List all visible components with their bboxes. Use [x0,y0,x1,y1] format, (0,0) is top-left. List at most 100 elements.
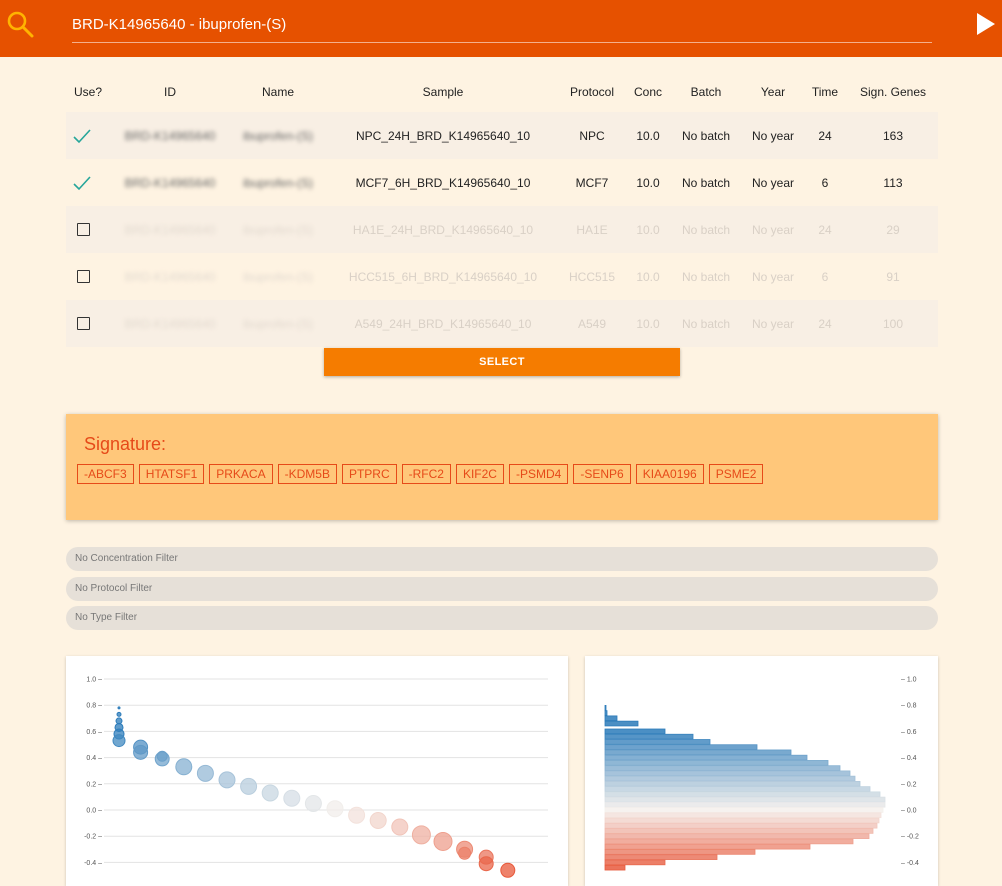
table-row[interactable]: BRD-K14965640 ibuprofen-(S) HCC515_6H_BR… [66,253,938,300]
histogram-bar[interactable] [604,739,711,745]
gene-tag[interactable]: -KDM5B [277,464,337,484]
scatter-point[interactable] [348,806,366,824]
histogram-bar[interactable] [604,843,811,850]
histogram-bar[interactable] [604,822,878,829]
row-sign-genes: 113 [883,175,903,190]
histogram-chart: – 1.0 – 0.8 – 0.6 – 0.4 – 0.2 – 0.0 – -0.2 – -0… [604,677,919,871]
row-conc: 10.0 [636,316,660,331]
histogram-bar[interactable] [604,754,808,761]
gene-tag[interactable]: KIAA0196 [635,464,704,484]
histogram-bar[interactable] [604,807,884,813]
use-toggle[interactable] [66,112,110,159]
histogram-bar[interactable] [604,812,882,819]
gene-tag[interactable]: PRKACA [209,464,273,484]
y-tick-label: 0.0 – [86,808,102,815]
gene-tag[interactable]: -SENP6 [573,464,631,484]
histogram-bar[interactable] [604,849,756,855]
gene-tag[interactable]: -RFC2 [401,464,451,484]
table-row[interactable]: BRD-K14965640 ibuprofen-(S) NPC_24H_BRD_… [66,112,938,159]
histogram-bar[interactable] [604,770,851,777]
histogram-bar[interactable] [604,786,871,792]
scatter-point[interactable] [112,734,126,748]
histogram-bar[interactable] [604,781,861,787]
check-icon[interactable] [72,175,92,191]
use-toggle[interactable] [66,300,110,347]
histogram-bar[interactable] [604,775,856,782]
scatter-point[interactable] [116,711,122,717]
scatter-point[interactable] [304,794,322,812]
histogram-bar[interactable] [604,765,841,771]
scatter-point[interactable] [433,831,453,851]
histogram-bar[interactable] [604,796,886,803]
row-batch: No batch [681,175,731,190]
gene-tag[interactable]: KIF2C [455,464,504,484]
histogram-bar[interactable] [604,833,870,840]
scatter-point[interactable] [411,825,431,845]
search-input[interactable]: BRD-K14965640 - ibuprofen-(S) [72,14,932,43]
histogram-bar[interactable] [604,864,626,871]
checkbox[interactable] [76,270,90,283]
scatter-point[interactable] [458,846,472,860]
use-toggle[interactable] [66,159,110,206]
row-protocol: A549 [577,316,607,331]
histogram-bar[interactable] [604,728,666,735]
gene-tag[interactable]: PSME2 [708,464,764,484]
histogram-bar[interactable] [604,859,666,866]
histogram-chart-card: – 1.0 – 0.8 – 0.6 – 0.4 – 0.2 – 0.0 – -0.2 – -0… [585,656,938,886]
scatter-point[interactable] [196,764,214,782]
scatter-point[interactable] [175,758,193,776]
table-row[interactable]: BRD-K14965640 ibuprofen-(S) HA1E_24H_BRD… [66,206,938,253]
scatter-point[interactable] [478,856,494,872]
scatter-point[interactable] [391,818,409,836]
row-name: ibuprofen-(S) [242,175,314,190]
histogram-bar[interactable] [604,760,829,766]
histogram-bar[interactable] [604,838,854,845]
type-filter[interactable]: No Type Filter [66,606,938,630]
play-icon[interactable] [977,13,995,35]
protocol-filter[interactable]: No Protocol Filter [66,577,938,601]
histogram-bar[interactable] [604,749,792,756]
use-toggle[interactable] [66,253,110,300]
select-button[interactable]: SELECT [324,348,680,376]
concentration-filter[interactable]: No Concentration Filter [66,547,938,571]
scatter-point[interactable] [369,811,387,829]
y-tick-label: 0.2 – [86,781,102,788]
scatter-point[interactable] [156,750,168,762]
gene-tag[interactable]: -ABCF3 [77,464,134,484]
row-name: ibuprofen-(S) [242,269,314,284]
histogram-bar[interactable] [604,710,608,716]
table-row[interactable]: BRD-K14965640 ibuprofen-(S) A549_24H_BRD… [66,300,938,347]
scatter-point[interactable] [283,789,301,807]
gene-tag[interactable]: -PSMD4 [508,464,569,484]
checkbox[interactable] [76,317,90,330]
histogram-bar[interactable] [604,720,639,727]
histogram-bar[interactable] [604,705,607,711]
histogram-bar[interactable] [604,744,758,750]
histogram-bar[interactable] [604,801,886,808]
table-row[interactable]: BRD-K14965640 ibuprofen-(S) MCF7_6H_BRD_… [66,159,938,206]
scatter-point[interactable] [500,862,516,878]
scatter-point[interactable] [240,777,258,795]
histogram-bar[interactable] [604,817,880,824]
row-id: BRD-K14965640 [124,269,216,284]
scatter-point[interactable] [117,706,121,710]
scatter-point[interactable] [261,784,279,802]
gene-tag[interactable]: PTPRC [341,464,397,484]
signature-panel: Signature: -ABCF3 HTATSF1 PRKACA -KDM5B … [66,414,938,520]
scatter-point[interactable] [326,800,344,818]
scatter-point[interactable] [133,744,149,760]
histogram-bar[interactable] [604,854,718,860]
histogram-bar[interactable] [604,828,874,834]
check-icon[interactable] [72,128,92,144]
row-id: BRD-K14965640 [124,128,216,143]
use-toggle[interactable] [66,206,110,253]
row-batch: No batch [681,269,731,284]
search-icon[interactable] [6,10,34,38]
scatter-point[interactable] [218,771,236,789]
checkbox[interactable] [76,223,90,236]
gene-tag[interactable]: HTATSF1 [138,464,205,484]
row-time: 24 [818,316,832,331]
histogram-bar[interactable] [604,715,618,722]
histogram-bar[interactable] [604,733,694,740]
histogram-bar[interactable] [604,791,881,798]
